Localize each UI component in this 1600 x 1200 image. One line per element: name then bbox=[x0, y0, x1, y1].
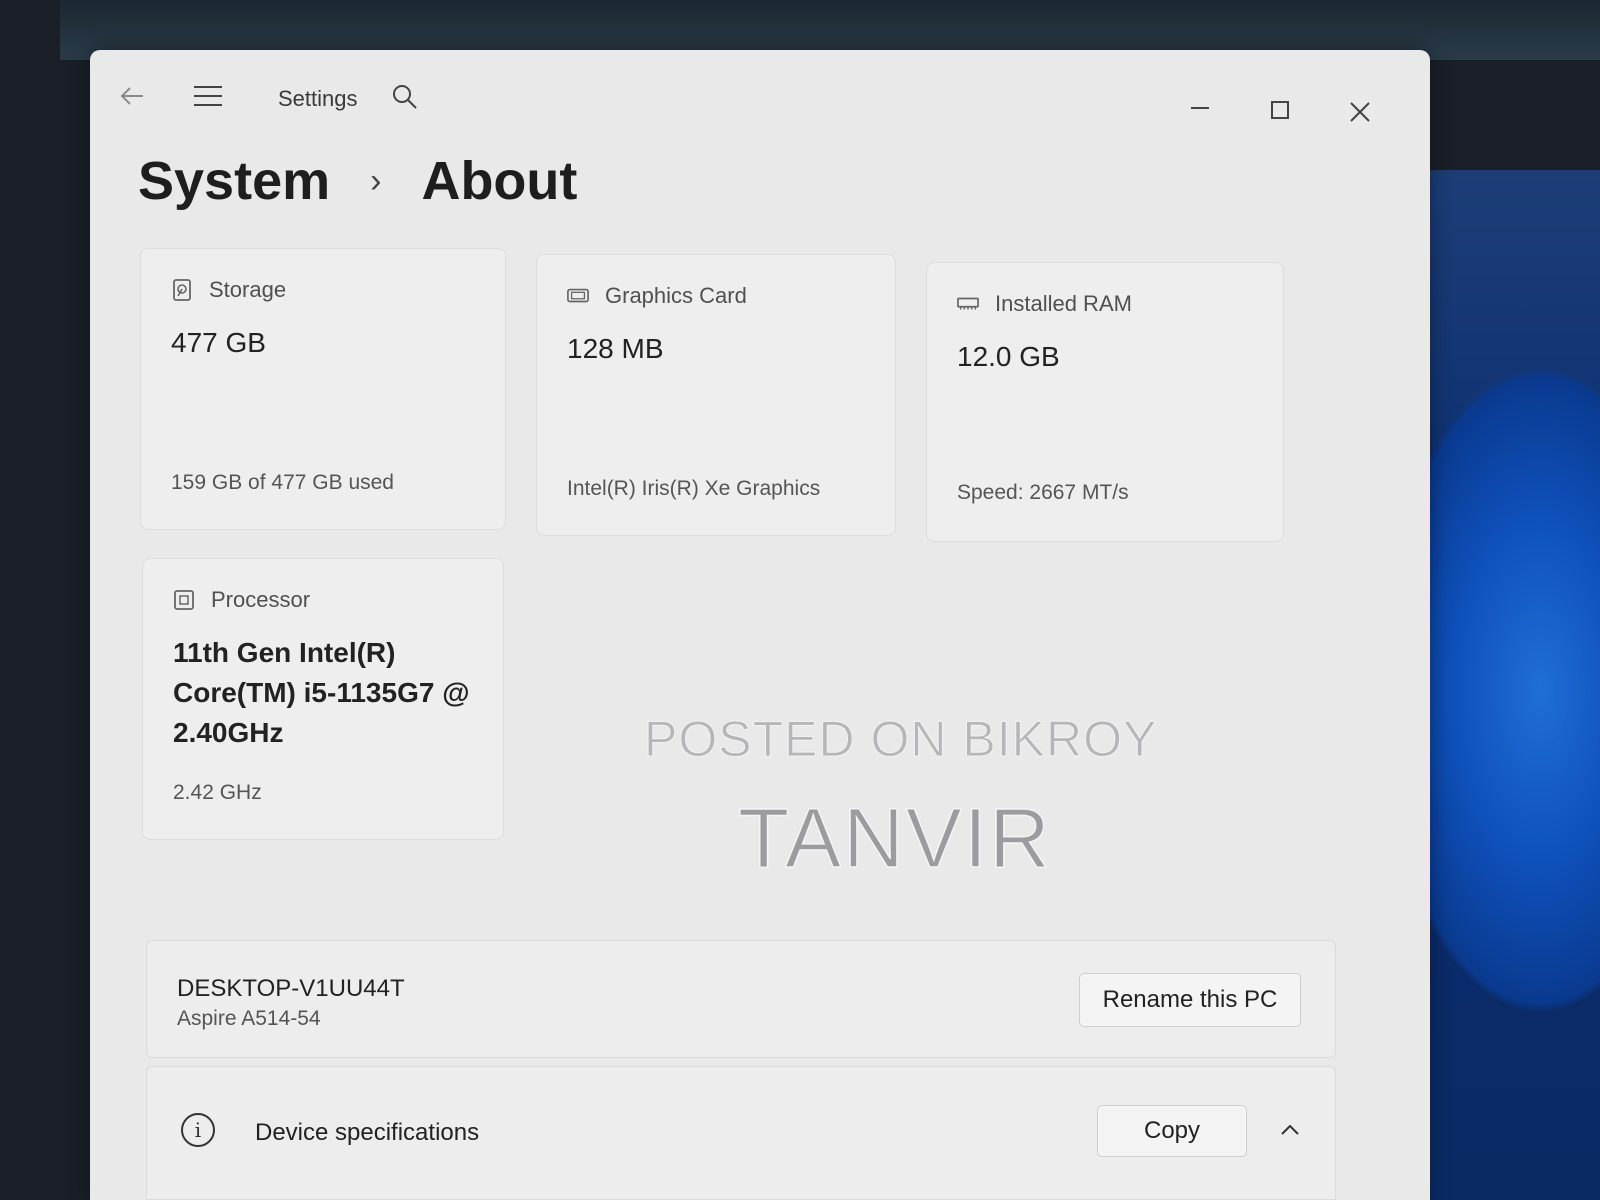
ram-speed: Speed: 2667 MT/s bbox=[957, 481, 1129, 504]
graphics-card-icon bbox=[567, 285, 589, 307]
ram-card[interactable]: Installed RAM 12.0 GB Speed: 2667 MT/s bbox=[926, 262, 1284, 542]
back-arrow-icon bbox=[120, 87, 143, 105]
back-button[interactable] bbox=[114, 78, 150, 114]
graphics-label: Graphics Card bbox=[605, 283, 747, 308]
search-button[interactable] bbox=[388, 80, 422, 114]
copy-button[interactable]: Copy bbox=[1097, 1105, 1247, 1157]
processor-label: Processor bbox=[211, 587, 311, 612]
device-name-row: DESKTOP-V1UU44T Aspire A514-54 Rename th… bbox=[146, 940, 1336, 1058]
ram-value: 12.0 GB bbox=[957, 341, 1060, 372]
processor-card[interactable]: Processor 11th Gen Intel(R) Core(TM) i5-… bbox=[142, 558, 504, 840]
close-button[interactable] bbox=[1340, 94, 1380, 130]
processor-value: 11th Gen Intel(R) Core(TM) i5-1135G7 @ 2… bbox=[173, 637, 470, 748]
breadcrumb: System › About bbox=[138, 150, 577, 212]
graphics-card-card[interactable]: Graphics Card 128 MB Intel(R) Iris(R) Xe… bbox=[536, 254, 896, 536]
hamburger-menu-icon bbox=[194, 86, 222, 106]
device-specifications-label: Device specifications bbox=[255, 1119, 480, 1146]
graphics-value: 128 MB bbox=[567, 333, 664, 364]
page-title: About bbox=[421, 151, 578, 211]
memory-icon bbox=[957, 293, 979, 315]
maximize-icon bbox=[1271, 101, 1289, 119]
rename-pc-button[interactable]: Rename this PC bbox=[1079, 973, 1301, 1027]
maximize-button[interactable] bbox=[1260, 92, 1300, 128]
info-icon: i bbox=[181, 1113, 215, 1147]
watermark-posted: POSTED ON BIKROY bbox=[643, 711, 1158, 768]
ram-label: Installed RAM bbox=[995, 291, 1132, 316]
close-icon bbox=[1350, 102, 1370, 122]
settings-window: Settings System › About Storage 477 GB 1… bbox=[90, 50, 1430, 1200]
minimize-icon bbox=[1191, 107, 1209, 109]
device-specifications-row[interactable]: i Device specifications Copy bbox=[146, 1066, 1336, 1200]
storage-value: 477 GB bbox=[171, 327, 266, 358]
processor-chip-icon bbox=[173, 589, 195, 611]
graphics-model: Intel(R) Iris(R) Xe Graphics bbox=[567, 477, 821, 500]
storage-card[interactable]: Storage 477 GB 159 GB of 477 GB used bbox=[140, 248, 506, 530]
search-icon bbox=[393, 85, 417, 109]
breadcrumb-separator: › bbox=[370, 161, 382, 200]
storage-usage: 159 GB of 477 GB used bbox=[171, 471, 394, 494]
watermark-name: TANVIR bbox=[737, 790, 1052, 886]
storage-drive-icon bbox=[171, 279, 193, 301]
chevron-up-icon bbox=[1281, 1124, 1299, 1135]
app-title: Settings bbox=[278, 86, 358, 111]
device-name: DESKTOP-V1UU44T bbox=[177, 975, 405, 1002]
storage-label: Storage bbox=[209, 277, 287, 302]
collapse-button[interactable] bbox=[1275, 1115, 1305, 1145]
title-bar: Settings bbox=[90, 50, 1430, 150]
device-model: Aspire A514-54 bbox=[177, 1007, 321, 1030]
menu-button[interactable] bbox=[190, 78, 226, 114]
breadcrumb-system[interactable]: System bbox=[138, 150, 330, 212]
minimize-button[interactable] bbox=[1180, 90, 1220, 126]
processor-speed: 2.42 GHz bbox=[173, 781, 262, 804]
